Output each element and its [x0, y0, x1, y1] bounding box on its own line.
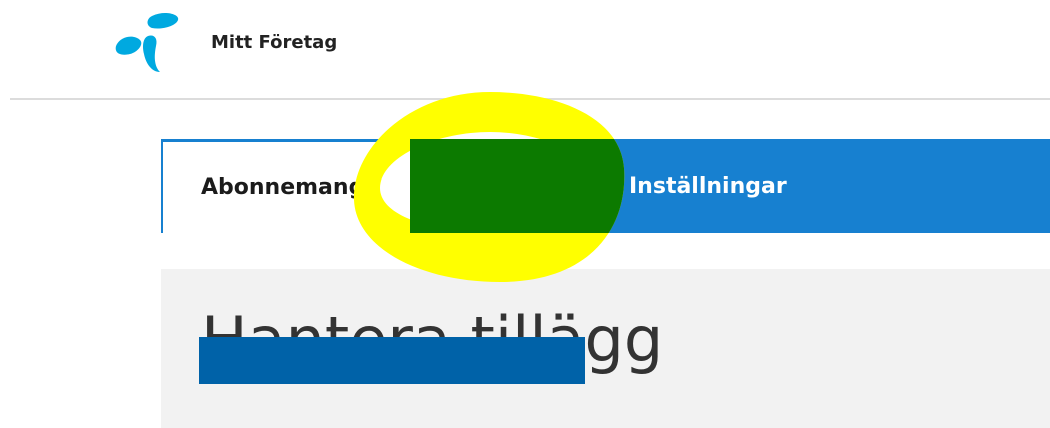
redaction-block: [199, 337, 585, 384]
app-title: Mitt Företag: [211, 32, 338, 53]
telia-flower-logo-icon[interactable]: [110, 10, 182, 74]
tab-installningar-label: Inställningar: [629, 173, 787, 199]
tab-bar: Abonnemang Tjänster Inställningar: [161, 139, 1050, 233]
header: Mitt Företag: [0, 0, 1050, 100]
tab-tjanster-label: Tjänster: [444, 173, 547, 199]
tab-installningar[interactable]: Inställningar: [629, 139, 787, 233]
header-divider: [10, 98, 1050, 100]
tab-abonnemang-label: Abonnemang: [201, 175, 365, 200]
tab-abonnemang[interactable]: Abonnemang: [161, 139, 410, 233]
page: Mitt Företag Abonnemang Tjänster Inställ…: [0, 0, 1050, 428]
tab-tjanster[interactable]: Tjänster: [444, 139, 546, 233]
content-panel: Hantera tillägg: [161, 269, 1050, 428]
